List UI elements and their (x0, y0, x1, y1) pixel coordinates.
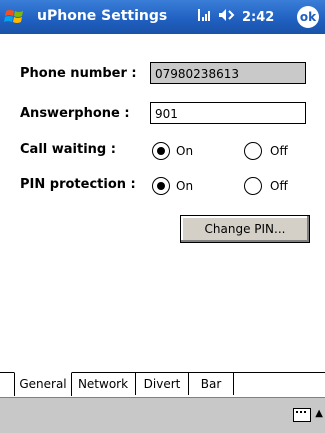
call-waiting-on-radio[interactable] (152, 142, 170, 160)
call-waiting-on-label[interactable]: On (176, 144, 193, 158)
change-pin-button[interactable]: Change PIN... (180, 215, 310, 243)
phone-number-label: Phone number : (20, 66, 137, 81)
tab-network[interactable]: Network (71, 373, 136, 395)
tab-general[interactable]: General (14, 372, 72, 396)
pin-protection-on-label[interactable]: On (176, 179, 193, 193)
tab-bar[interactable]: Bar (189, 373, 234, 395)
keyboard-icon[interactable] (293, 408, 311, 422)
answerphone-label: Answerphone : (20, 106, 130, 121)
call-waiting-off-label[interactable]: Off (270, 144, 288, 158)
call-waiting-label: Call waiting : (20, 142, 116, 157)
pin-protection-off-label[interactable]: Off (270, 179, 288, 193)
clock-text[interactable]: 2:42 (242, 10, 274, 25)
pin-protection-on-radio[interactable] (152, 177, 170, 195)
volume-icon[interactable] (218, 8, 236, 26)
signal-icon[interactable] (198, 8, 212, 26)
tab-divert[interactable]: Divert (136, 373, 189, 395)
ok-button[interactable]: ok (297, 6, 319, 28)
title-bar: uPhone Settings 2:42 ok (0, 0, 325, 34)
answerphone-field[interactable]: 901 (150, 102, 306, 124)
input-panel-arrow-icon[interactable]: ▲ (315, 408, 323, 419)
menu-bar: ▲ (0, 397, 325, 433)
call-waiting-off-radio[interactable] (244, 142, 262, 160)
pin-protection-label: PIN protection : (20, 177, 136, 192)
app-title: uPhone Settings (37, 8, 168, 24)
tab-strip: General Network Divert Bar (0, 372, 325, 397)
start-menu-icon[interactable] (4, 5, 28, 29)
pin-protection-off-radio[interactable] (244, 177, 262, 195)
system-tray: 2:42 (198, 8, 274, 26)
phone-number-field[interactable]: 07980238613 (150, 62, 306, 84)
